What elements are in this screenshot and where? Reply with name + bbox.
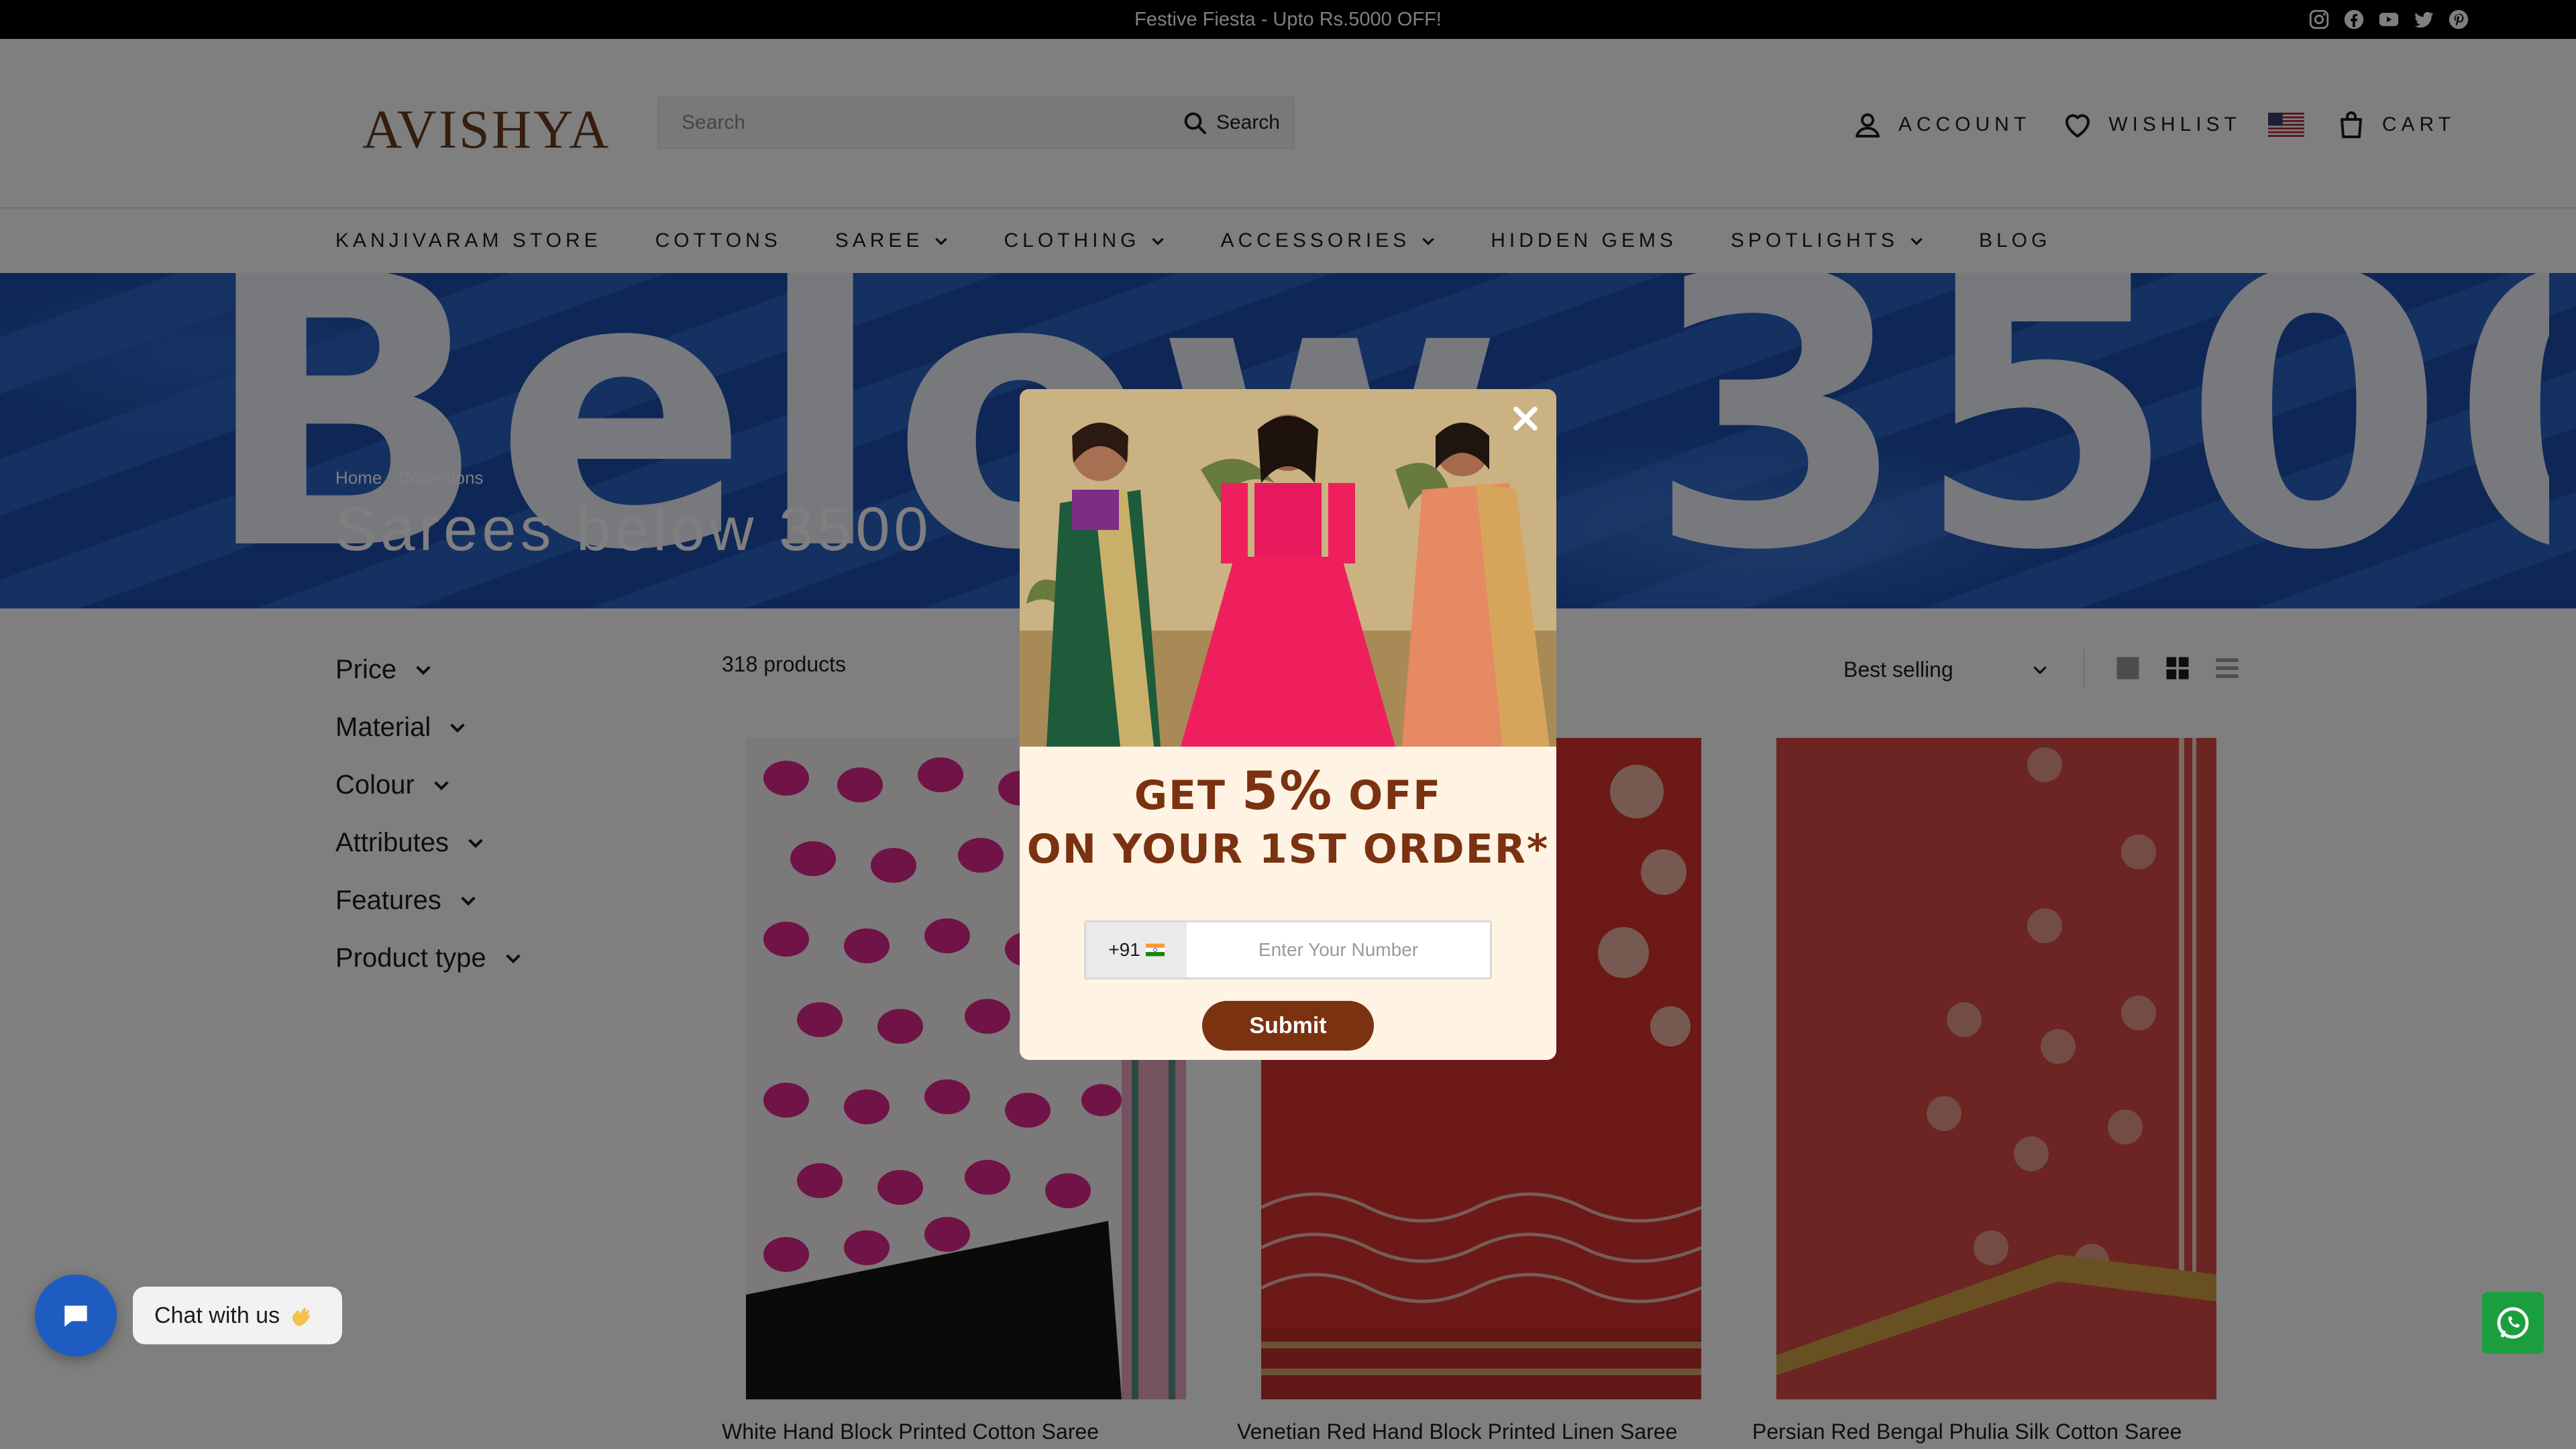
discount-popup: GET 5% OFF ON YOUR 1ST ORDER* +91 Submit <box>1020 389 1556 1060</box>
popup-headline: GET 5% OFF ON YOUR 1ST ORDER* <box>1020 765 1556 876</box>
headline-post: OFF <box>1333 772 1442 819</box>
phone-number-input[interactable] <box>1187 922 1490 977</box>
india-flag-icon <box>1145 943 1165 957</box>
headline-pre: GET <box>1134 772 1242 819</box>
phone-input-group: +91 <box>1084 920 1492 979</box>
popup-models-image <box>1020 389 1556 747</box>
country-code: +91 <box>1108 939 1140 960</box>
chat-launcher-button[interactable] <box>35 1275 117 1356</box>
waving-hand-icon <box>292 1307 311 1326</box>
country-code-selector[interactable]: +91 <box>1086 922 1187 977</box>
chat-prompt[interactable]: Chat with us <box>133 1287 342 1344</box>
chat-label-text: Chat with us <box>154 1302 280 1328</box>
headline-line-2: ON YOUR 1ST ORDER* <box>1026 826 1550 873</box>
close-icon <box>1513 407 1538 431</box>
headline-discount: 5% <box>1241 761 1334 822</box>
chat-icon <box>64 1305 87 1327</box>
close-popup-button[interactable] <box>1507 400 1544 437</box>
whatsapp-icon <box>2497 1307 2529 1339</box>
whatsapp-button[interactable] <box>2482 1292 2544 1354</box>
submit-button[interactable]: Submit <box>1202 1001 1374 1051</box>
